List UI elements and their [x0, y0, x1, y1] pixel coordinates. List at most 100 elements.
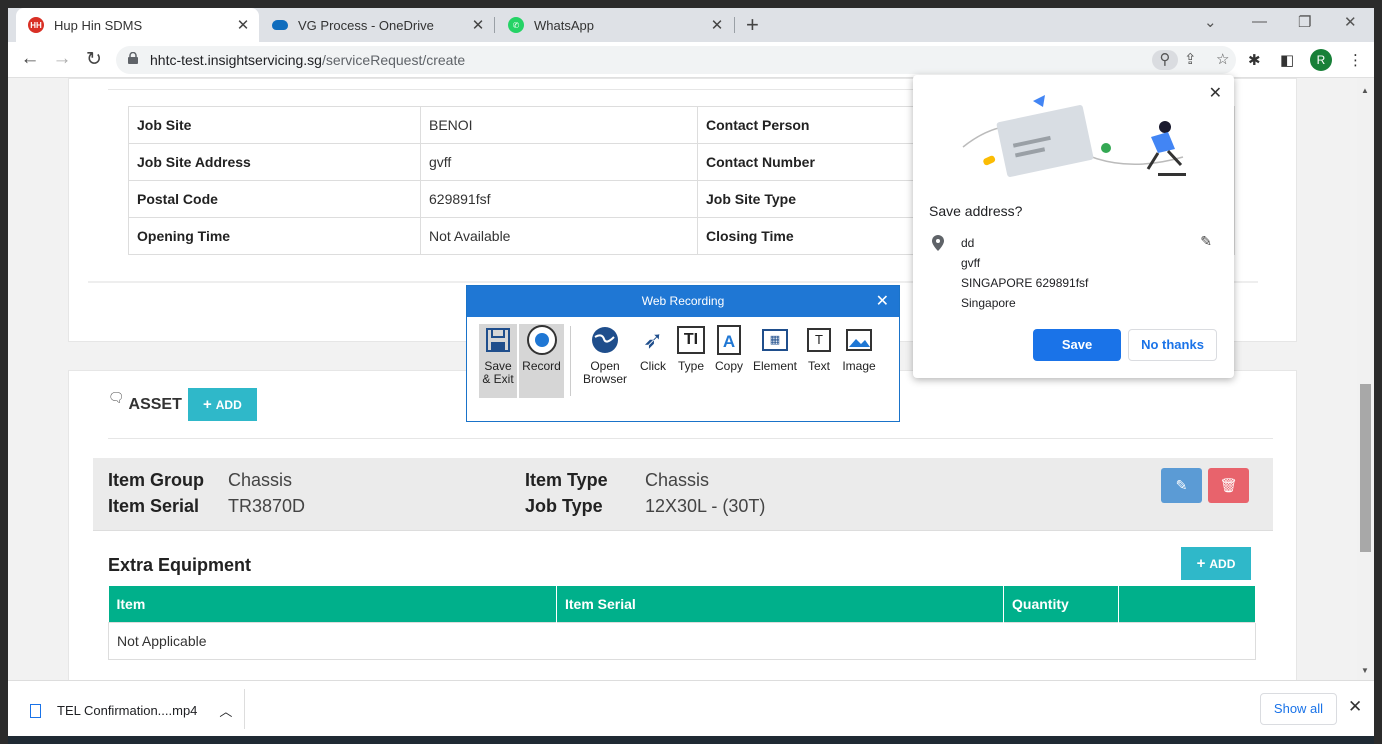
copy-label: Copy: [714, 359, 743, 373]
extra-equipment-table: Item Item Serial Quantity Not Applicable: [108, 586, 1256, 660]
no-thanks-button[interactable]: No thanks: [1128, 329, 1217, 361]
close-tab-icon[interactable]: ✕: [233, 16, 253, 34]
location-pin-icon[interactable]: ⚲: [1152, 50, 1178, 70]
image-tool[interactable]: Image: [839, 324, 879, 373]
back-button[interactable]: ←: [18, 48, 42, 70]
save-exit-tool[interactable]: Save & Exit: [479, 324, 517, 398]
floppy-disk-icon: [479, 324, 517, 356]
asset-header: 🗨 ASSET + ADD: [108, 388, 257, 421]
table-row: Not Applicable: [108, 621, 1256, 660]
address-bar[interactable]: hhtc-test.insightservicing.sg/serviceReq…: [116, 46, 1236, 74]
job-type-label: Job Type: [525, 496, 603, 516]
bookmark-star-icon[interactable]: ☆: [1216, 50, 1229, 68]
tab-onedrive[interactable]: VG Process - OneDrive ✕: [260, 8, 494, 42]
web-recording-title: Web Recording: [641, 294, 725, 308]
save-address-button[interactable]: Save: [1033, 329, 1121, 361]
label-job-site: Job Site: [128, 106, 421, 144]
copy-tool[interactable]: A Copy: [711, 324, 747, 373]
item-group-value: Chassis: [228, 470, 293, 490]
open-browser-tool[interactable]: Open Browser: [579, 324, 631, 386]
value-postal-code: 629891fsf: [420, 180, 698, 218]
tab-hup-hin[interactable]: HH Hup Hin SDMS ✕: [16, 8, 259, 42]
column-header-actions: [1118, 586, 1256, 622]
save-address-dialog: ✕ Save address? dd gvff SINGAPORE 629891…: [913, 75, 1234, 378]
address-block: dd gvff SINGAPORE 629891fsf Singapore: [961, 233, 1088, 313]
tab-title: VG Process - OneDrive: [298, 17, 434, 33]
column-header-item-serial: Item Serial: [556, 586, 1004, 622]
add-extra-equipment-button[interactable]: + ADD: [1181, 547, 1251, 580]
type-tool[interactable]: TI Type: [673, 324, 709, 373]
tab-title: WhatsApp: [534, 17, 594, 33]
open-browser-label: Open Browser: [582, 359, 627, 386]
tab-strip: HH Hup Hin SDMS ✕ VG Process - OneDrive …: [8, 8, 1374, 42]
tab-title: Hup Hin SDMS: [54, 17, 143, 33]
globe-icon: [579, 324, 631, 356]
url-path: /serviceRequest/create: [321, 52, 466, 68]
divider: [244, 689, 245, 729]
share-icon[interactable]: ⇪: [1184, 50, 1197, 68]
text-label: Text: [807, 359, 830, 373]
side-panel-icon[interactable]: ◧: [1280, 51, 1294, 69]
add-asset-button[interactable]: + ADD: [187, 388, 257, 421]
maximize-button[interactable]: ❐: [1298, 13, 1311, 31]
element-label: Element: [752, 359, 798, 373]
asset-item-row: Item Group Chassis Item Serial TR3870D I…: [93, 458, 1273, 531]
trash-icon: 🗑: [1219, 477, 1238, 493]
value-opening-time: Not Available: [420, 217, 698, 255]
address-line: Singapore: [961, 296, 1016, 310]
element-tool[interactable]: ▦ Element: [751, 324, 799, 373]
comment-icon: 🗨: [108, 389, 125, 405]
page-scrollbar[interactable]: ▲ ▼: [1357, 78, 1374, 680]
scrollbar-thumb[interactable]: [1360, 384, 1371, 552]
close-icon[interactable]: ✕: [1348, 697, 1362, 717]
edit-button[interactable]: ✎: [1161, 468, 1202, 503]
minimize-button[interactable]: —: [1252, 13, 1267, 30]
address-line: dd: [961, 236, 975, 250]
reload-button[interactable]: ↻: [82, 48, 106, 71]
close-tab-icon[interactable]: ✕: [468, 16, 488, 34]
profile-avatar[interactable]: R: [1310, 49, 1332, 71]
download-bar: TEL Confirmation....mp4 ︿ Show all ✕: [8, 680, 1374, 736]
close-icon[interactable]: ✕: [1209, 83, 1222, 103]
browser-window: HH Hup Hin SDMS ✕ VG Process - OneDrive …: [8, 8, 1374, 744]
download-filename: TEL Confirmation....mp4: [57, 703, 198, 718]
address-line: gvff: [961, 256, 981, 270]
close-icon[interactable]: ✕: [876, 286, 889, 317]
browser-toolbar: ← → ↻ hhtc-test.insightservicing.sg/serv…: [8, 42, 1374, 78]
element-grid-icon: ▦: [751, 324, 799, 356]
forward-button[interactable]: →: [50, 48, 74, 70]
chevron-up-icon[interactable]: ︿: [219, 701, 232, 720]
extensions-icon[interactable]: ✱: [1248, 51, 1261, 69]
tab-search-icon[interactable]: ⌄: [1204, 13, 1217, 31]
record-tool[interactable]: Record: [519, 324, 564, 398]
dialog-title: Save address?: [929, 203, 1023, 219]
close-window-button[interactable]: ✕: [1344, 13, 1357, 31]
show-all-button[interactable]: Show all: [1260, 693, 1337, 725]
table-header-row: Item Item Serial Quantity: [108, 586, 1256, 622]
edit-pencil-icon[interactable]: ✎: [1200, 233, 1212, 250]
value-job-site: BENOI: [420, 106, 698, 144]
scroll-up-arrow-icon[interactable]: ▲: [1361, 86, 1369, 95]
tab-separator: [734, 17, 735, 33]
url-host: hhtc-test.insightservicing.sg: [150, 52, 322, 68]
add-asset-label: ADD: [215, 397, 242, 412]
hh-logo-icon: HH: [28, 17, 44, 33]
tab-whatsapp[interactable]: ✆ WhatsApp ✕: [496, 8, 733, 42]
label-opening-time: Opening Time: [128, 217, 421, 255]
save-exit-label: Save & Exit: [482, 359, 514, 386]
delete-button[interactable]: 🗑: [1208, 468, 1249, 503]
divider: [108, 438, 1273, 439]
plus-icon: +: [1196, 555, 1206, 572]
taskbar: [8, 736, 1374, 744]
address-line: SINGAPORE 629891fsf: [961, 276, 1089, 290]
item-group-label: Item Group: [108, 470, 205, 490]
text-tool[interactable]: T Text: [803, 324, 835, 373]
click-tool[interactable]: ➶ Click: [635, 324, 671, 373]
web-recording-panel: Web Recording ✕ Save & Exit Record Open …: [466, 285, 900, 422]
close-tab-icon[interactable]: ✕: [707, 16, 727, 34]
scroll-down-arrow-icon[interactable]: ▼: [1361, 666, 1369, 675]
label-job-site-address: Job Site Address: [128, 143, 421, 181]
new-tab-button[interactable]: +: [746, 12, 759, 38]
download-item[interactable]: TEL Confirmation....mp4 ︿: [30, 701, 232, 720]
menu-icon[interactable]: ⋮: [1348, 51, 1363, 69]
